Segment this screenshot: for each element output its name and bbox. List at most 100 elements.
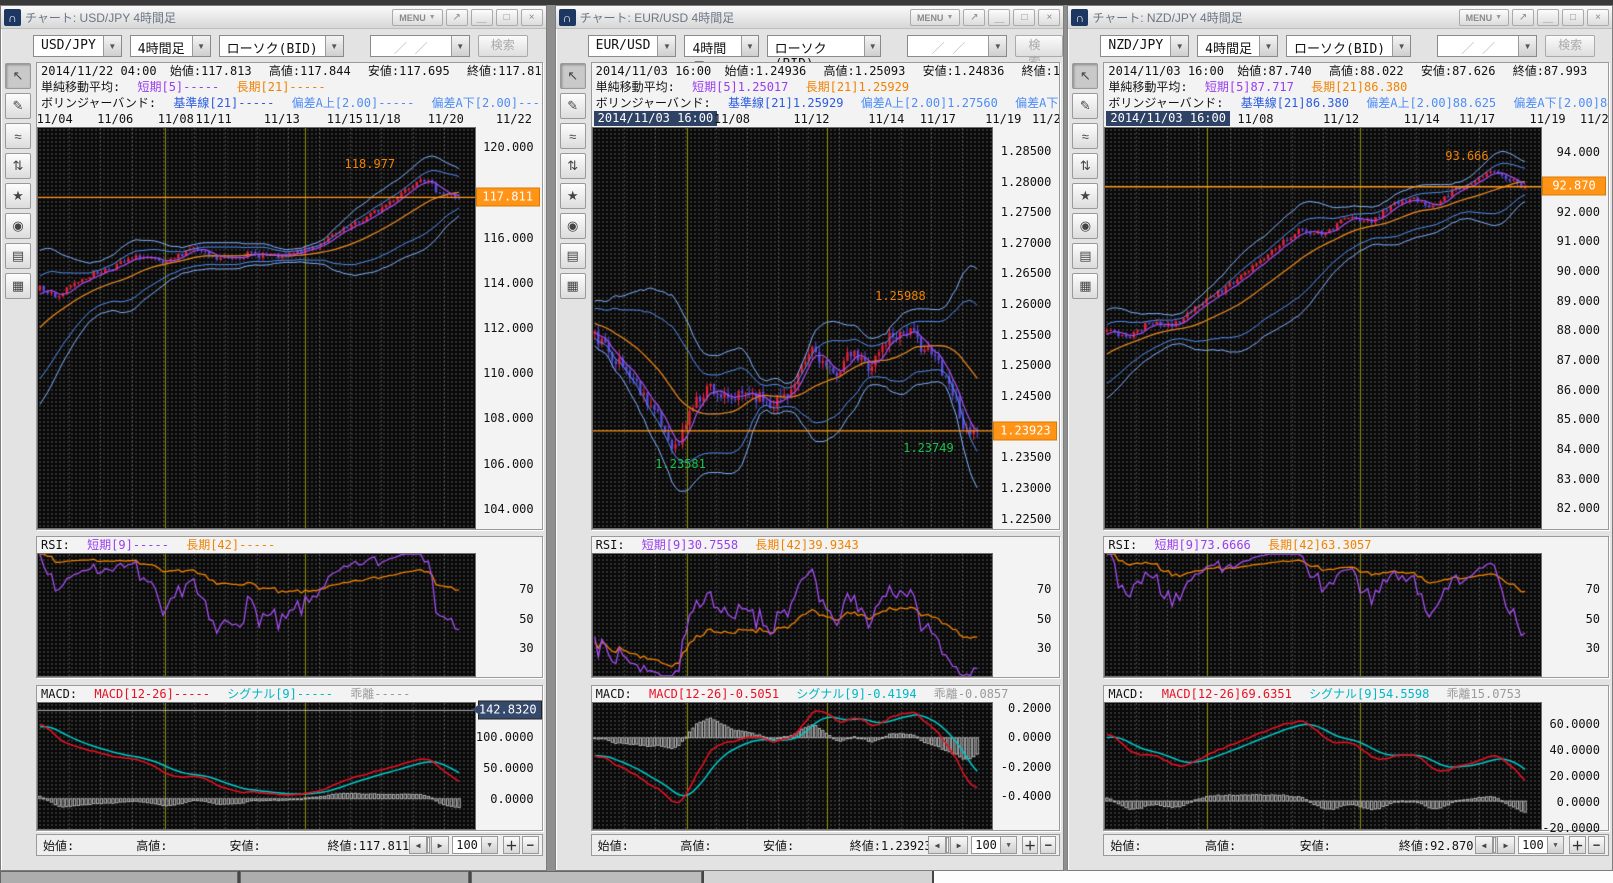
zoom-in-button[interactable]: ＋ [1022, 836, 1038, 854]
menu-button[interactable]: MENU ▼ [1459, 9, 1509, 26]
minimize-button[interactable]: ＿ [1537, 9, 1559, 26]
line-chart-tool-icon[interactable]: ≈ [5, 123, 31, 149]
price-type-select[interactable]: ローソク(BID) ▼ [1286, 35, 1411, 57]
main-chart[interactable]: 93.666 [1104, 127, 1542, 529]
macd-chart[interactable] [1104, 702, 1542, 830]
symbols-marks-icon[interactable]: ★ [1072, 183, 1098, 209]
macd-value: 69.6351 [1241, 687, 1292, 701]
search-button[interactable]: 検索 [1545, 35, 1595, 57]
date-input[interactable]: ／ ／ ▼ [370, 35, 470, 57]
visibility-eye-icon[interactable]: ◉ [560, 213, 586, 239]
date-input[interactable]: ／ ／ ▼ [1437, 35, 1537, 57]
export-data-icon[interactable]: ▦ [560, 273, 586, 299]
line-chart-tool-icon[interactable]: ≈ [1072, 123, 1098, 149]
line-chart-tool-icon[interactable]: ≈ [560, 123, 586, 149]
timeframe-select[interactable]: 4時間足 ▼ [684, 35, 758, 57]
visibility-eye-icon[interactable]: ◉ [5, 213, 31, 239]
scroll-right-button[interactable]: ▶ [1497, 836, 1515, 854]
zoom-out-button[interactable]: − [522, 836, 539, 854]
maximize-button[interactable]: □ [496, 9, 518, 26]
scroll-left-button[interactable]: ◀ [409, 836, 427, 854]
visibility-eye-icon[interactable]: ◉ [1072, 213, 1098, 239]
scroll-right-button[interactable]: ▶ [431, 836, 449, 854]
print-icon[interactable]: ▤ [560, 243, 586, 269]
zoom-in-button[interactable]: ＋ [503, 836, 520, 854]
timeframe-select[interactable]: 4時間足 ▼ [1197, 35, 1278, 57]
main-chart[interactable]: 1.259881.235811.23749 [592, 127, 994, 529]
scale-settings-icon[interactable]: ⇅ [1072, 153, 1098, 179]
search-button[interactable]: 検索 [478, 35, 528, 57]
macd-chart[interactable] [37, 702, 476, 830]
pencil-tool-icon[interactable]: ✎ [5, 93, 31, 119]
scale-settings-icon[interactable]: ⇅ [5, 153, 31, 179]
close-button[interactable]: × [1587, 9, 1609, 26]
bar-count-value: 100 [971, 836, 1001, 854]
y-tick-label: 1.25500 [1001, 328, 1052, 342]
zoom-out-button[interactable]: − [1588, 836, 1605, 854]
scroll-left-button[interactable]: ◀ [1475, 836, 1493, 854]
taskbar-segment[interactable] [240, 871, 469, 883]
search-button[interactable]: 検索 [1015, 35, 1063, 57]
selected-datetime-chip: 2014/11/03 16:00 [594, 111, 718, 126]
y-tick-label: 112.000 [483, 321, 534, 335]
scrollbar-track[interactable] [427, 836, 431, 854]
pencil-tool-icon[interactable]: ✎ [560, 93, 586, 119]
export-data-icon[interactable]: ▦ [5, 273, 31, 299]
scrollbar-track[interactable] [946, 836, 950, 854]
timeframe-select[interactable]: 4時間足 ▼ [130, 35, 211, 57]
titlebar[interactable]: ∩ チャート: EUR/USD 4時間足 MENU ▼ ↗ ＿ □ × [556, 6, 1064, 29]
minimize-button[interactable]: ＿ [471, 9, 493, 26]
minimize-button[interactable]: ＿ [988, 9, 1010, 26]
chevron-down-icon: ▼ [741, 36, 757, 56]
titlebar[interactable]: ∩ チャート: NZD/JPY 4時間足 MENU ▼ ↗ ＿ □ × [1068, 6, 1612, 29]
symbols-marks-icon[interactable]: ★ [5, 183, 31, 209]
export-data-icon[interactable]: ▦ [1072, 273, 1098, 299]
pencil-tool-icon[interactable]: ✎ [1072, 93, 1098, 119]
bar-count-select[interactable]: 100 ▼ [971, 836, 1017, 854]
currency-pair-select[interactable]: USD/JPY ▼ [33, 35, 122, 57]
print-icon[interactable]: ▤ [1072, 243, 1098, 269]
currency-pair-value: USD/JPY [34, 36, 103, 56]
macd-chart[interactable] [592, 702, 994, 830]
rsi-chart[interactable] [592, 553, 994, 677]
zoom-in-button[interactable]: ＋ [1569, 836, 1586, 854]
cursor-tool-icon[interactable]: ↖ [1072, 63, 1098, 89]
taskbar-segment[interactable] [471, 871, 702, 883]
date-input[interactable]: ／ ／ ▼ [907, 35, 1007, 57]
scrollbar-thumb[interactable] [427, 837, 430, 853]
scroll-left-button[interactable]: ◀ [928, 836, 946, 854]
currency-pair-select[interactable]: EUR/USD ▼ [588, 35, 677, 57]
taskbar-segment[interactable] [934, 871, 1613, 883]
cursor-tool-icon[interactable]: ↖ [560, 63, 586, 89]
scale-settings-icon[interactable]: ⇅ [560, 153, 586, 179]
titlebar[interactable]: ∩ チャート: USD/JPY 4時間足 MENU ▼ ↗ ＿ □ × [1, 6, 546, 29]
taskbar-segment[interactable] [704, 871, 932, 883]
popout-button[interactable]: ↗ [1512, 9, 1534, 26]
main-chart[interactable]: 118.977 [37, 127, 476, 529]
scrollbar-thumb[interactable] [946, 837, 949, 853]
menu-button[interactable]: MENU ▼ [392, 9, 442, 26]
scroll-right-button[interactable]: ▶ [950, 836, 968, 854]
maximize-button[interactable]: □ [1562, 9, 1584, 26]
bar-count-select[interactable]: 100 ▼ [1518, 836, 1564, 854]
taskbar-segment[interactable] [0, 871, 238, 883]
popout-button[interactable]: ↗ [446, 9, 468, 26]
currency-pair-select[interactable]: NZD/JPY ▼ [1100, 35, 1189, 57]
close-button[interactable]: × [1038, 9, 1060, 26]
scrollbar-thumb[interactable] [1493, 837, 1496, 853]
cursor-tool-icon[interactable]: ↖ [5, 63, 31, 89]
close-button[interactable]: × [521, 9, 543, 26]
popout-button[interactable]: ↗ [963, 9, 985, 26]
y-tick-label: 20.0000 [1549, 769, 1600, 783]
price-type-select[interactable]: ローソク(BID) ▼ [219, 35, 344, 57]
rsi-chart[interactable] [1104, 553, 1542, 677]
price-type-select[interactable]: ローソク(BID) ▼ [767, 35, 882, 57]
print-icon[interactable]: ▤ [5, 243, 31, 269]
symbols-marks-icon[interactable]: ★ [560, 183, 586, 209]
zoom-out-button[interactable]: − [1040, 836, 1056, 854]
menu-button[interactable]: MENU ▼ [910, 9, 960, 26]
scrollbar-track[interactable] [1493, 836, 1497, 854]
bar-count-select[interactable]: 100 ▼ [452, 836, 498, 854]
maximize-button[interactable]: □ [1013, 9, 1035, 26]
rsi-chart[interactable] [37, 553, 476, 677]
